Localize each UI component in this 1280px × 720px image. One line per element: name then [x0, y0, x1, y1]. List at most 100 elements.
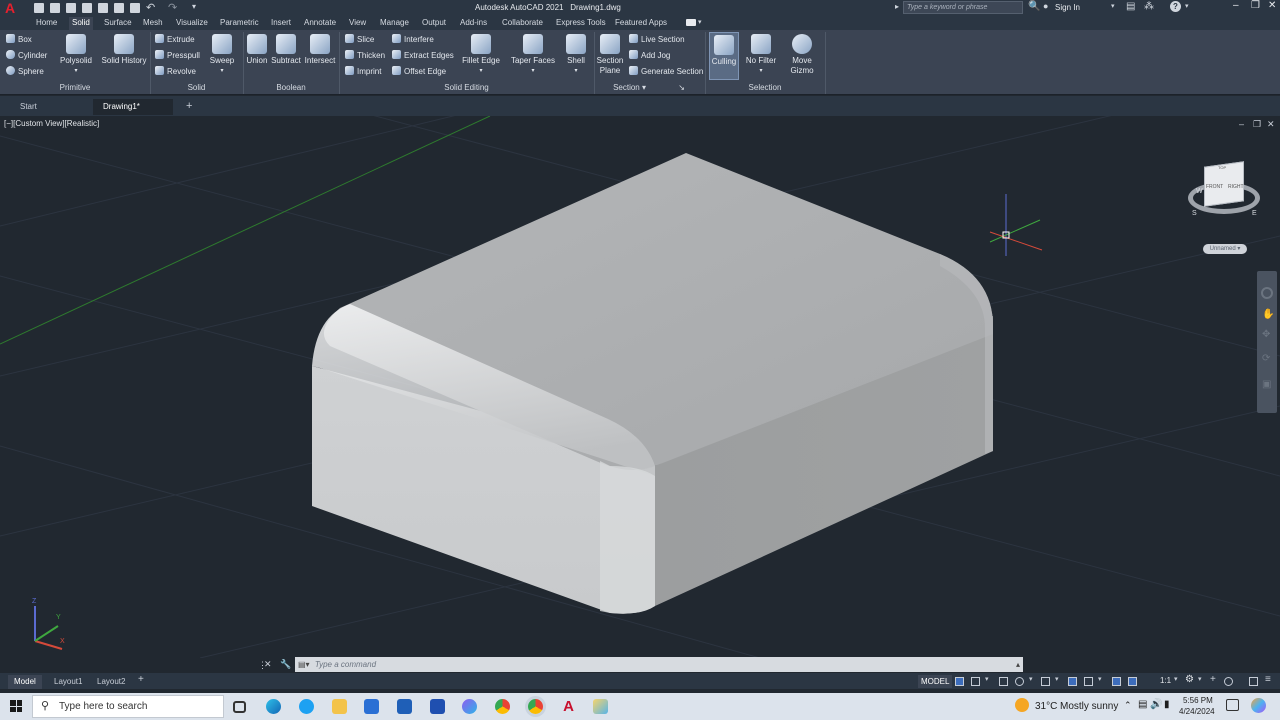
volume-icon[interactable]: 🔊 — [1150, 699, 1162, 710]
isometric-drafting-icon[interactable] — [1041, 677, 1050, 686]
quick-access-dropdown-icon[interactable]: ▾ — [192, 2, 196, 11]
save-web-icon[interactable] — [114, 3, 124, 13]
fillet-edge-button[interactable]: Fillet Edge ▾ — [460, 32, 502, 76]
annotation-monitor-icon[interactable]: + — [1210, 674, 1216, 685]
tab-solid[interactable]: Solid — [69, 17, 93, 30]
extrude-button[interactable]: Extrude — [155, 33, 195, 47]
weather-temp[interactable]: 31°C — [1035, 701, 1057, 712]
shell-button[interactable]: Shell ▾ — [563, 32, 589, 76]
auto-scale-icon[interactable] — [1128, 677, 1137, 686]
ribbon-display-toggle-icon[interactable] — [686, 19, 696, 26]
weather-description[interactable]: Mostly sunny — [1060, 701, 1118, 712]
undo-icon[interactable]: ↶ — [146, 1, 155, 14]
intersect-button[interactable]: Intersect — [303, 32, 337, 66]
annotation-scale[interactable]: 1:1 — [1160, 676, 1171, 685]
clock-date[interactable]: 4/24/2024 — [1179, 707, 1215, 716]
isolate-objects-icon[interactable] — [1224, 677, 1233, 686]
union-button[interactable]: Union — [244, 32, 270, 66]
tab-parametric[interactable]: Parametric — [217, 17, 262, 30]
close-icon[interactable]: ✕ — [1268, 0, 1276, 11]
tab-home[interactable]: Home — [33, 17, 60, 30]
command-input[interactable]: Type a command — [315, 660, 376, 669]
panel-label-section[interactable]: Section ▾ ↘ — [594, 83, 704, 92]
minimize-icon[interactable]: – — [1233, 0, 1239, 11]
tab-manage[interactable]: Manage — [377, 17, 412, 30]
network-icon[interactable]: ▤ — [1138, 699, 1147, 710]
cylinder-button[interactable]: Cylinder — [6, 49, 47, 63]
help-search-field[interactable]: Type a keyword or phrase — [903, 1, 1023, 14]
solid-history-button[interactable]: Solid History — [99, 32, 149, 66]
search-expand-icon[interactable]: ▸ — [895, 2, 899, 11]
orbit-icon[interactable]: ⟳ — [1262, 353, 1270, 364]
help-dropdown-icon[interactable]: ▾ — [1185, 2, 1189, 10]
task-view-icon[interactable] — [233, 701, 246, 713]
no-filter-button[interactable]: No Filter ▾ — [744, 32, 778, 76]
sign-in-dropdown-icon[interactable]: ▾ — [1111, 2, 1115, 10]
snap-dropdown-icon[interactable]: ▾ — [985, 675, 989, 683]
imprint-button[interactable]: Imprint — [345, 65, 381, 79]
command-history-icon[interactable]: ▤▾ — [298, 660, 310, 669]
file-explorer-icon[interactable] — [332, 699, 347, 714]
tab-view[interactable]: View — [346, 17, 369, 30]
polysolid-button[interactable]: Polysolid ▾ — [58, 32, 94, 76]
copilot-icon[interactable] — [462, 699, 477, 714]
command-customize-icon[interactable]: 🔧 — [280, 659, 291, 670]
model-space-button[interactable]: MODEL — [918, 675, 953, 688]
command-line-close-icon[interactable]: ✕ — [264, 659, 272, 670]
clock-time[interactable]: 5:56 PM — [1183, 696, 1213, 705]
ribbon-display-dropdown-icon[interactable]: ▾ — [698, 18, 702, 26]
open-file-icon[interactable] — [50, 3, 60, 13]
autocad-taskbar-icon[interactable]: A — [561, 699, 576, 714]
workspace-dropdown-icon[interactable]: ▾ — [1198, 675, 1202, 683]
microsoft-store-icon[interactable] — [364, 699, 379, 714]
open-web-icon[interactable] — [98, 3, 108, 13]
full-navigation-wheel-icon[interactable] — [1261, 287, 1273, 299]
pan-icon[interactable]: ✋ — [1262, 309, 1274, 320]
drawing-viewport[interactable]: [−][Custom View][Realistic] – ❐ ✕ Z Y X … — [0, 116, 1280, 658]
notifications-icon[interactable] — [1226, 699, 1239, 711]
culling-button[interactable]: Culling — [709, 32, 739, 80]
user-icon[interactable]: ● — [1043, 1, 1048, 11]
tab-visualize[interactable]: Visualize — [173, 17, 211, 30]
sphere-button[interactable]: Sphere — [6, 65, 44, 79]
new-tab-icon[interactable]: + — [186, 100, 192, 112]
weather-icon[interactable] — [1015, 698, 1029, 712]
command-expand-icon[interactable]: ▴ — [1016, 657, 1020, 672]
sign-in-button[interactable]: Sign In — [1055, 3, 1080, 12]
thicken-button[interactable]: Thicken — [345, 49, 385, 63]
revolve-button[interactable]: Revolve — [155, 65, 196, 79]
clean-screen-icon[interactable] — [1249, 677, 1258, 686]
bookmark-app-icon[interactable] — [430, 699, 445, 714]
windows-start-icon[interactable] — [10, 700, 22, 712]
interfere-button[interactable]: Interfere — [392, 33, 434, 47]
tab-output[interactable]: Output — [419, 17, 449, 30]
add-jog-button[interactable]: Add Jog — [629, 49, 670, 63]
tab-featured-apps[interactable]: Featured Apps — [612, 17, 670, 30]
workspace-gear-icon[interactable]: ⚙ — [1185, 674, 1194, 685]
tab-express-tools[interactable]: Express Tools — [553, 17, 609, 30]
live-section-button[interactable]: Live Section — [629, 33, 685, 47]
search-icon[interactable]: 🔍 — [1028, 1, 1040, 12]
taskbar-search-input[interactable]: ⚲ Type here to search — [32, 695, 224, 718]
file-tab-start[interactable]: Start — [10, 99, 47, 115]
isometric-dropdown-icon[interactable]: ▾ — [1055, 675, 1059, 683]
paint-app-icon[interactable] — [593, 699, 608, 714]
save-icon[interactable] — [66, 3, 76, 13]
taper-faces-button[interactable]: Taper Faces ▾ — [510, 32, 556, 76]
generate-section-button[interactable]: Generate Section — [629, 65, 703, 79]
rounded-box-solid[interactable] — [312, 153, 993, 614]
customization-menu-icon[interactable]: ≡ — [1265, 674, 1271, 685]
annotation-visibility-icon[interactable] — [1112, 677, 1121, 686]
tab-mesh[interactable]: Mesh — [140, 17, 166, 30]
tab-surface[interactable]: Surface — [101, 17, 135, 30]
help-icon[interactable]: ? — [1170, 1, 1181, 12]
show-motion-icon[interactable]: ▣ — [1262, 379, 1271, 390]
sweep-button[interactable]: Sweep ▾ — [206, 32, 238, 76]
mail-icon[interactable] — [397, 699, 412, 714]
edge-browser-icon[interactable] — [266, 699, 281, 714]
command-line[interactable]: ▤▾ Type a command ▴ — [295, 657, 1023, 672]
tab-model[interactable]: Model — [8, 675, 42, 689]
file-tab-drawing1[interactable]: Drawing1* — [93, 99, 173, 115]
object-snap-tracking-icon[interactable] — [1068, 677, 1077, 686]
osnap-dropdown-icon[interactable]: ▾ — [1098, 675, 1102, 683]
